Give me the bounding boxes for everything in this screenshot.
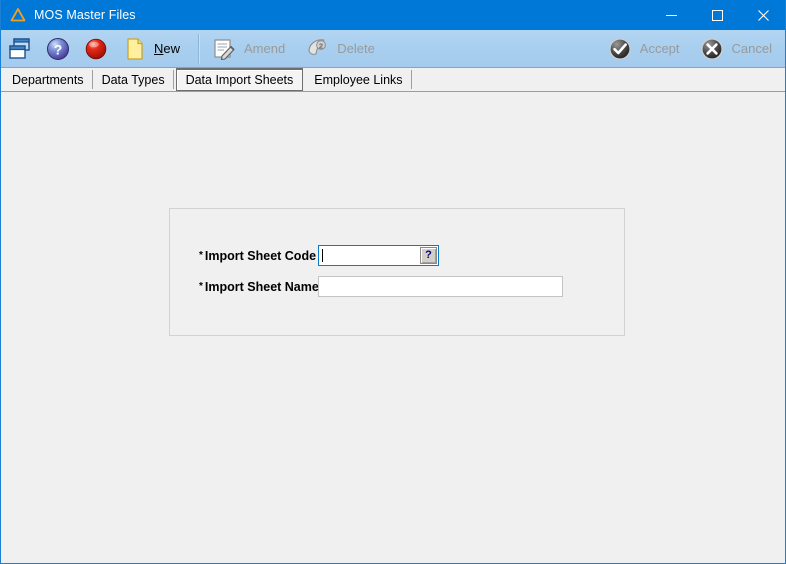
import-sheet-code-input-wrap[interactable]: ? bbox=[318, 245, 439, 266]
minimize-icon bbox=[665, 14, 677, 16]
toolbar-group-right: Accept Cancel bbox=[601, 30, 785, 68]
toolbar-group-left: ? New Amend 2 Delete bbox=[1, 30, 388, 68]
minimize-button[interactable] bbox=[648, 0, 694, 30]
amend-button[interactable]: Amend bbox=[205, 32, 298, 66]
exit-red-sphere-icon bbox=[85, 38, 107, 59]
import-sheet-code-lookup-button[interactable]: ? bbox=[420, 247, 437, 264]
import-sheet-name-input-wrap[interactable] bbox=[318, 276, 563, 297]
close-icon bbox=[757, 9, 769, 21]
window-cascade-button[interactable] bbox=[1, 32, 39, 66]
new-button[interactable]: New bbox=[115, 32, 193, 66]
help-button[interactable]: ? bbox=[39, 32, 77, 66]
amend-notepad-pencil-icon bbox=[214, 38, 235, 60]
cancel-button-label: Cancel bbox=[731, 41, 772, 56]
tab-label: Data Types bbox=[101, 72, 165, 87]
accept-button-label: Accept bbox=[639, 41, 680, 56]
help-question-icon: ? bbox=[47, 37, 69, 60]
toolbar: ? New Amend 2 Delete Accept Cancel bbox=[1, 30, 785, 68]
import-sheet-form-panel: * Import Sheet Code ? * Import Sheet Name bbox=[169, 208, 625, 336]
maximize-icon bbox=[711, 9, 723, 21]
field-row-import-sheet-code: * Import Sheet Code ? bbox=[170, 245, 439, 266]
tab-label: Employee Links bbox=[314, 72, 403, 87]
cancel-button[interactable]: Cancel bbox=[693, 32, 785, 66]
app-window: MOS Master Files ? New Amend 2 Delete Ac… bbox=[0, 0, 786, 564]
window-cascade-icon bbox=[9, 37, 30, 59]
label-text: Import Sheet Code bbox=[204, 248, 317, 263]
import-sheet-code-label: * Import Sheet Code bbox=[170, 249, 318, 263]
tab-label: Data Import Sheets bbox=[185, 73, 294, 87]
label-text: Import Sheet Name bbox=[204, 279, 319, 294]
delete-button[interactable]: 2 Delete bbox=[298, 32, 388, 66]
tab-strip-tail bbox=[412, 68, 785, 91]
triangle-warning-icon bbox=[10, 8, 26, 22]
tab-label: Departments bbox=[12, 72, 84, 87]
import-sheet-name-input[interactable] bbox=[319, 278, 562, 295]
delete-button-label: Delete bbox=[337, 41, 375, 56]
amend-button-label: Amend bbox=[244, 41, 286, 56]
svg-text:2: 2 bbox=[319, 41, 323, 50]
delete-icon: 2 bbox=[308, 38, 327, 55]
window-controls bbox=[648, 0, 785, 30]
tab-data-import-sheets[interactable]: Data Import Sheets bbox=[175, 68, 304, 91]
import-sheet-name-label: * Import Sheet Name bbox=[170, 279, 319, 294]
required-marker: * bbox=[199, 280, 203, 292]
import-sheet-code-input[interactable] bbox=[319, 247, 420, 264]
tab-strip: Departments Data Types Data Import Sheet… bbox=[1, 68, 785, 92]
field-row-import-sheet-name: * Import Sheet Name bbox=[170, 276, 563, 297]
tab-employee-links[interactable]: Employee Links bbox=[305, 68, 412, 91]
required-marker: * bbox=[199, 249, 203, 261]
window-title: MOS Master Files bbox=[34, 8, 136, 22]
accept-button[interactable]: Accept bbox=[601, 32, 693, 66]
cancel-x-icon bbox=[700, 37, 723, 60]
svg-text:?: ? bbox=[54, 41, 63, 57]
title-bar: MOS Master Files bbox=[1, 0, 785, 30]
tab-departments[interactable]: Departments bbox=[3, 68, 93, 91]
tab-data-types[interactable]: Data Types bbox=[92, 68, 174, 91]
exit-button[interactable] bbox=[77, 32, 115, 66]
accept-check-icon bbox=[609, 37, 631, 60]
close-button[interactable] bbox=[740, 0, 785, 30]
new-button-label: New bbox=[154, 41, 181, 56]
new-page-icon bbox=[127, 37, 143, 60]
content-area: * Import Sheet Code ? * Import Sheet Name bbox=[1, 92, 785, 562]
maximize-button[interactable] bbox=[694, 0, 740, 30]
toolbar-separator-1 bbox=[198, 33, 201, 64]
text-caret bbox=[322, 249, 323, 262]
